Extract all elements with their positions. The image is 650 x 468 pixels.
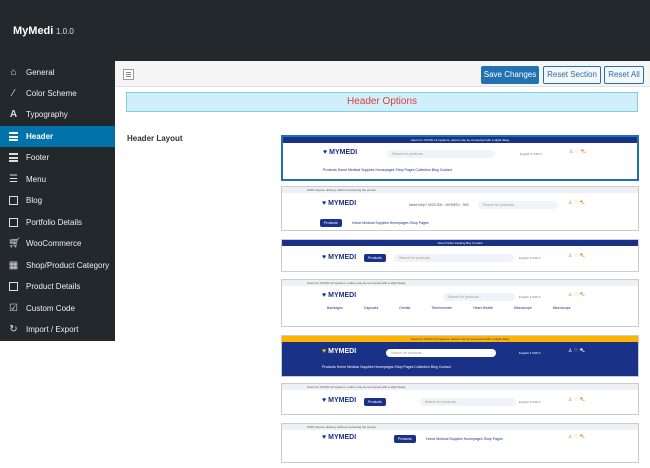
- notice-bar: 100% Secure delivery without contacting …: [282, 424, 638, 430]
- search-input: Search for products...: [394, 254, 514, 262]
- grid-icon: ▦: [8, 260, 19, 271]
- header-layout-option-7[interactable]: 100% Secure delivery without contacting …: [281, 423, 639, 463]
- header-icons: ♙ ♡ ⛍: [568, 253, 585, 259]
- logo: ♥ MYMEDI: [322, 348, 357, 355]
- main-menu: Home Medical Supplies Homepages Shop Pag…: [426, 437, 503, 441]
- heart-icon: ♥: [322, 397, 327, 404]
- notice-bar: Users for COVID 19 systems, orders may b…: [283, 137, 637, 143]
- logo: ♥ MYMEDI: [322, 292, 357, 299]
- image-icon: [8, 217, 19, 228]
- lang-currency: English ▾ USD ▾: [519, 295, 541, 299]
- sidebar-item-portfolio-details[interactable]: Portfolio Details: [0, 212, 115, 233]
- logo: ♥ MYMEDI: [323, 149, 358, 156]
- heart-icon: ♥: [322, 348, 327, 355]
- code-icon: ☑: [9, 303, 18, 314]
- header-icons: ♙ ♡ ⛍: [568, 200, 585, 206]
- lang-currency: English ▾ USD ▾: [519, 256, 541, 260]
- sidebar-item-import-export[interactable]: ↻ Import / Export: [0, 319, 115, 340]
- options-panel: Save Changes Reset Section Reset All Hea…: [115, 61, 650, 468]
- lang-currency: English ▾ USD ▾: [519, 400, 541, 404]
- heart-icon: ♥: [322, 254, 327, 261]
- brush-icon: ⁄: [12, 88, 15, 99]
- sidebar-item-footer[interactable]: Footer: [0, 147, 115, 168]
- footer-icon: [8, 152, 19, 163]
- top-nav: About Order tracking Buy Contact: [282, 240, 638, 246]
- sidebar-item-menu[interactable]: ☰ Menu: [0, 169, 115, 190]
- sidebar-item-header[interactable]: Header: [0, 126, 115, 147]
- sidebar-item-color-scheme[interactable]: ⁄ Color Scheme: [0, 83, 115, 104]
- main-menu: Home Medical Supplies Homepages Shop Pag…: [352, 221, 429, 225]
- header-icons: ♙ ♡ ⛍: [568, 434, 585, 440]
- options-toolbar: Save Changes Reset Section Reset All: [115, 61, 650, 87]
- app-version: 1.0.0: [56, 27, 74, 36]
- sidebar-item-shop-product-category[interactable]: ▦ Shop/Product Category: [0, 255, 115, 276]
- products-button: Products: [320, 219, 342, 227]
- hotline: Need help? 0020 500 - MYMEDI - 000: [409, 203, 469, 207]
- home-icon: ⌂: [10, 67, 17, 78]
- logo: ♥ MYMEDI: [322, 200, 357, 207]
- header-icons: ♙ ♡ ⛍: [568, 292, 585, 298]
- cart-icon: 🛒︎: [8, 238, 21, 249]
- search-input: Search for products...: [478, 201, 558, 209]
- section-title: Header Options: [126, 92, 638, 112]
- sidebar-item-general[interactable]: ⌂ General: [0, 62, 115, 83]
- reset-section-button[interactable]: Reset Section: [543, 66, 601, 84]
- notice-bar: 100% Secure delivery without contacting …: [282, 187, 638, 193]
- refresh-icon: ↻: [9, 324, 18, 335]
- expand-options-icon[interactable]: [123, 69, 134, 80]
- header-layout-option-5[interactable]: Users for COVID 19 systems, orders may b…: [281, 335, 639, 377]
- header-layout-option-2[interactable]: 100% Secure delivery without contacting …: [281, 186, 639, 231]
- lang-currency: English ▾ USD ▾: [520, 152, 542, 156]
- sidebar-item-product-details[interactable]: Product Details: [0, 276, 115, 297]
- header-layout-option-6[interactable]: Users for COVID 19 systems, orders may b…: [281, 383, 639, 415]
- logo: ♥ MYMEDI: [322, 397, 357, 404]
- heart-icon: ♥: [323, 149, 328, 156]
- search-input: Search for products...: [387, 150, 495, 158]
- products-button: Products: [394, 435, 416, 443]
- heart-icon: ♥: [322, 200, 327, 207]
- header-layout-option-3[interactable]: About Order tracking Buy Contact ♥ MYMEDI…: [281, 239, 639, 272]
- blog-icon: [8, 195, 19, 206]
- main-menu: Products Home Medical Supplies Homepages…: [323, 168, 452, 172]
- products-button: Products: [364, 254, 386, 262]
- heart-icon: ♥: [322, 434, 327, 441]
- search-input: Search for products...: [386, 349, 496, 357]
- header-icons: ♙ ♡ ⛍: [569, 149, 586, 155]
- header-icon: [8, 131, 19, 142]
- admin-header: MyMedi 1.0.0: [0, 0, 650, 61]
- heart-icon: ♥: [322, 292, 327, 299]
- font-icon: A: [9, 109, 18, 120]
- notice-bar: Users for COVID 19 systems, orders may b…: [282, 384, 638, 390]
- header-layout-option-1[interactable]: Users for COVID 19 systems, orders may b…: [281, 135, 639, 181]
- app-title: MyMedi: [13, 25, 54, 37]
- document-icon: [8, 281, 19, 292]
- sidebar-item-woocommerce[interactable]: 🛒︎ WooCommerce: [0, 233, 115, 254]
- header-layout-label: Header Layout: [127, 134, 183, 143]
- notice-bar: Users for COVID 19 systems, orders may b…: [282, 336, 638, 342]
- search-input: Search for products...: [420, 398, 516, 406]
- sidebar-item-typography[interactable]: A Typography: [0, 104, 115, 125]
- logo: ♥ MYMEDI: [322, 434, 357, 441]
- list-icon: ☰: [9, 174, 18, 185]
- logo: ♥ MYMEDI: [322, 254, 357, 261]
- options-sidebar: ⌂ General ⁄ Color Scheme A Typography He…: [0, 61, 115, 341]
- products-button: Products: [364, 398, 386, 406]
- header-layout-option-4[interactable]: Users for COVID 19 systems, orders may b…: [281, 279, 639, 327]
- notice-bar: Users for COVID 19 systems, orders may b…: [282, 280, 638, 286]
- save-changes-button[interactable]: Save Changes: [481, 66, 539, 84]
- main-menu: Products Home Medical Supplies Homepages…: [322, 365, 451, 369]
- sidebar-item-blog[interactable]: Blog: [0, 190, 115, 211]
- search-input: Search for products...: [443, 293, 515, 301]
- sidebar-item-custom-code[interactable]: ☑ Custom Code: [0, 298, 115, 319]
- header-icons: ♙ ♡ ⛍: [568, 397, 585, 403]
- header-icons: ♙ ♡ ⛍: [568, 348, 585, 354]
- category-bar: Bandages Capsules Dentist Thermometer He…: [327, 306, 571, 310]
- reset-all-button[interactable]: Reset All: [604, 66, 644, 84]
- lang-currency: English ▾ USD ▾: [519, 351, 541, 355]
